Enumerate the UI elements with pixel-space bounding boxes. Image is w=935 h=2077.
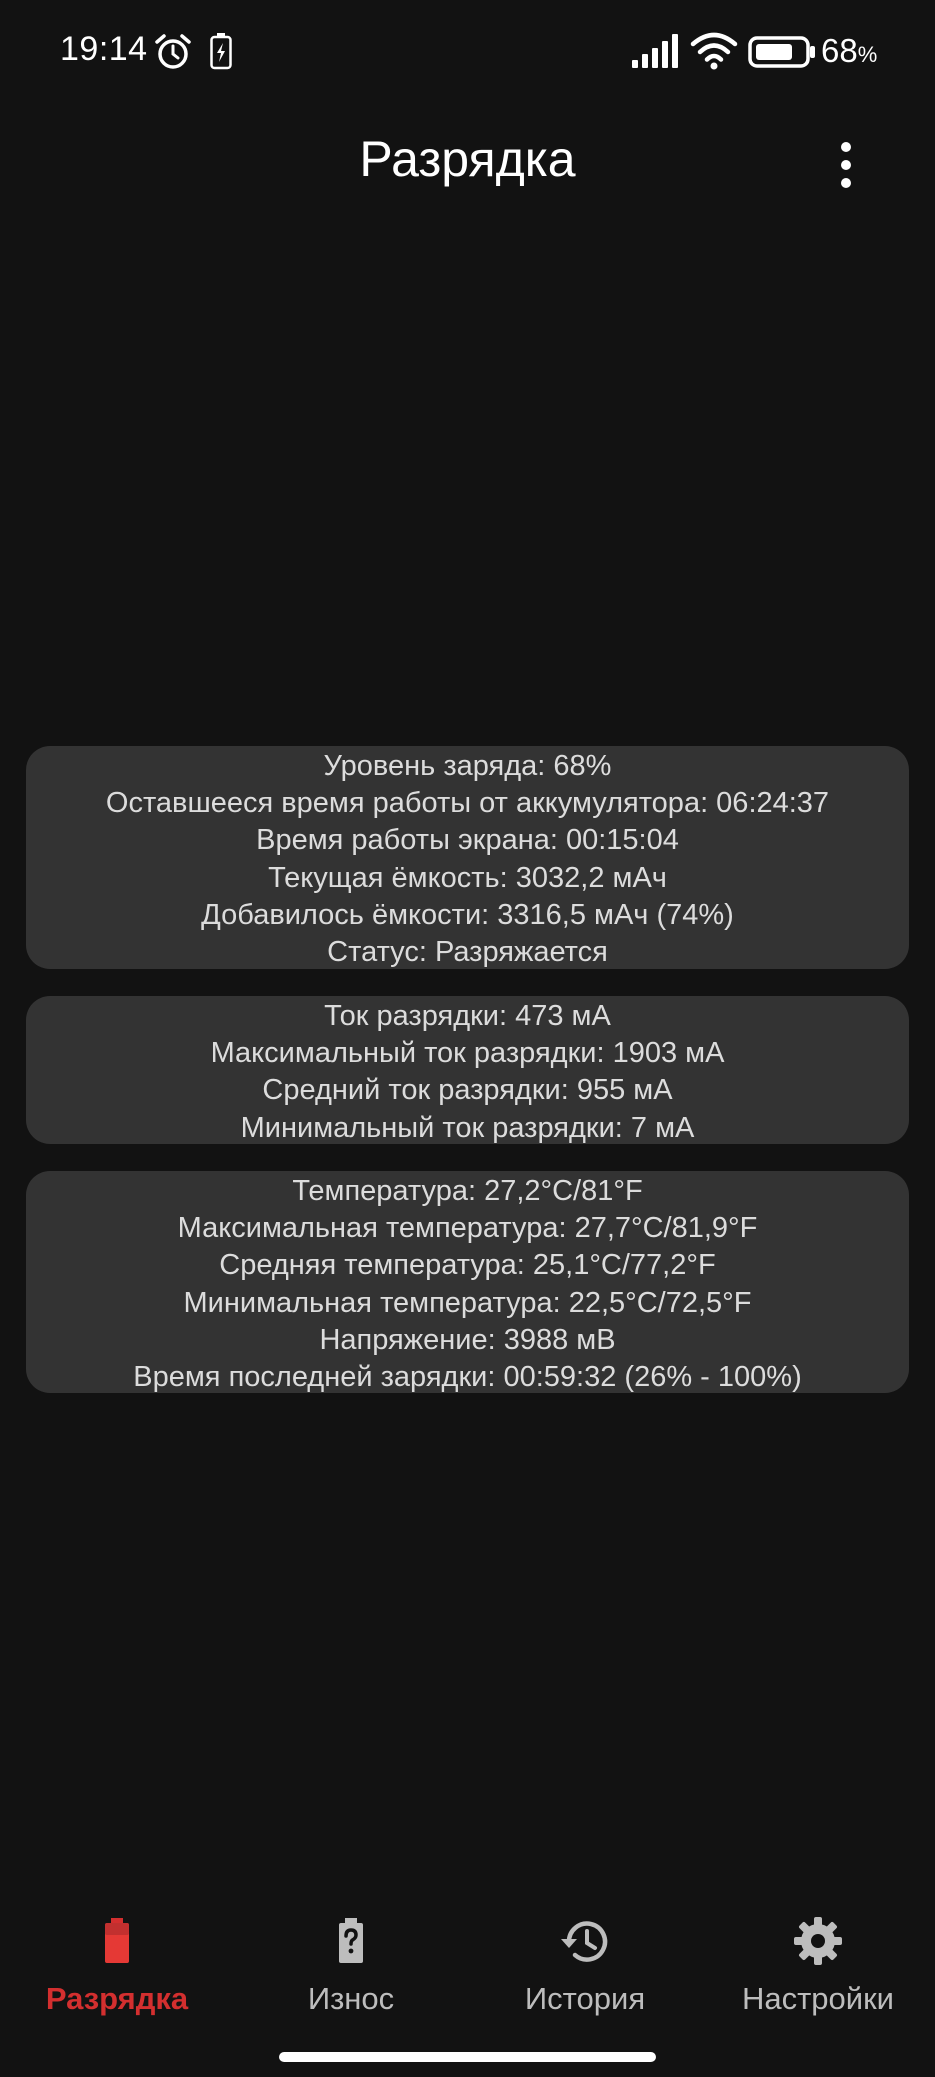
min-discharge-current: Минимальный ток разрядки: 7 мА <box>240 1111 695 1144</box>
discharge-current-card: Ток разрядки: 473 мА Максимальный ток ра… <box>26 996 909 1144</box>
nav-item-discharge[interactable]: Разрядка <box>0 1895 234 2025</box>
nav-item-settings[interactable]: Настройки <box>701 1895 935 2025</box>
more-vert-icon-dot <box>841 178 851 188</box>
cellular-signal-icon <box>632 34 678 68</box>
current-capacity: Текущая ёмкость: 3032,2 мАч <box>268 861 667 894</box>
avg-discharge-current: Средний ток разрядки: 955 мА <box>262 1074 673 1107</box>
alarm-clock-icon <box>155 34 191 69</box>
gear-icon <box>794 1917 842 1965</box>
page-title: Разрядка <box>359 131 576 187</box>
more-vert-icon-dot <box>841 160 851 170</box>
temperature: Температура: 27,2°C/81°F <box>292 1175 643 1207</box>
screen-on-time: Время работы экрана: 00:15:04 <box>256 824 679 857</box>
battery-info-card: Уровень заряда: 68% Оставшееся время раб… <box>26 746 909 969</box>
battery-discharge-icon <box>105 1918 129 1963</box>
max-temperature: Максимальная температура: 27,7°C/81,9°F <box>177 1212 758 1245</box>
battery-unknown-icon <box>339 1918 363 1963</box>
nav-label: Износ <box>307 1981 395 2016</box>
battery-saver-icon <box>210 33 232 70</box>
status-bar: 19:14 68% <box>0 0 935 104</box>
nav-label: История <box>524 1981 646 2016</box>
last-charge-time: Время последней зарядки: 00:59:32 (26% -… <box>133 1360 802 1393</box>
overflow-menu-button[interactable] <box>820 135 872 195</box>
battery-status: Статус: Разряжается <box>327 935 608 968</box>
nav-item-wear[interactable]: Износ <box>234 1895 468 2025</box>
min-temperature: Минимальная температура: 22,5°C/72,5°F <box>183 1286 752 1319</box>
discharge-current: Ток разрядки: 473 мА <box>324 1000 611 1032</box>
home-indicator[interactable] <box>279 2052 656 2062</box>
remaining-time: Оставшееся время работы от аккумулятора:… <box>105 787 830 820</box>
battery-percent: 68% <box>821 32 878 69</box>
nav-item-history[interactable]: История <box>468 1895 702 2025</box>
nav-label: Разрядка <box>45 1981 189 2016</box>
wifi-icon <box>690 32 738 70</box>
more-vert-icon <box>841 142 851 152</box>
battery-status-icon <box>748 36 815 68</box>
max-discharge-current: Максимальный ток разрядки: 1903 мА <box>210 1037 725 1070</box>
bottom-navigation: Разрядка Износ История Настройки <box>0 1895 935 2025</box>
added-capacity: Добавилось ёмкости: 3316,5 мАч (74%) <box>201 898 734 931</box>
avg-temperature: Средняя температура: 25,1°C/77,2°F <box>219 1249 716 1282</box>
temperature-card: Температура: 27,2°C/81°F Максимальная те… <box>26 1171 909 1393</box>
nav-label: Настройки <box>741 1981 894 2016</box>
charge-level: Уровень заряда: 68% <box>323 750 612 782</box>
status-time: 19:14 <box>60 30 148 68</box>
history-icon <box>561 1921 608 1962</box>
voltage: Напряжение: 3988 мВ <box>319 1323 616 1356</box>
